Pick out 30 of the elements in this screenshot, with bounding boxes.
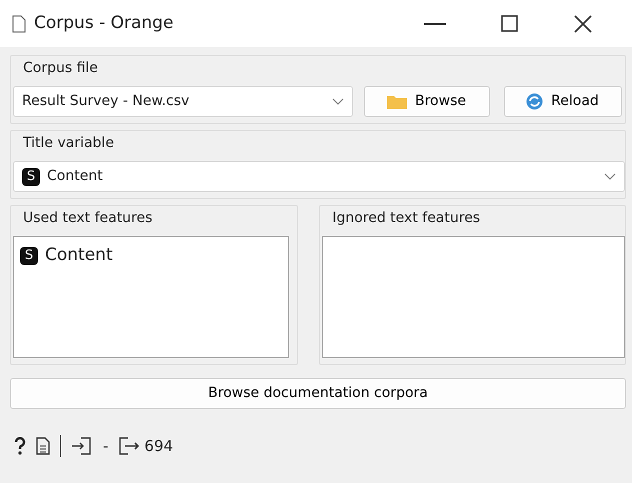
document-icon[interactable] (36, 437, 50, 456)
minimize-icon[interactable] (424, 22, 446, 24)
type-badge: S (22, 168, 40, 186)
group-label: Title variable (23, 134, 114, 153)
file-dropdown[interactable]: Result Survey - New.csv (13, 86, 353, 117)
reload-button[interactable]: Reload (504, 86, 622, 117)
chevron-down-icon (332, 98, 344, 105)
folder-icon (387, 94, 407, 109)
input-count: - (103, 436, 108, 457)
window-title: Corpus - Orange (34, 12, 174, 35)
browse-button[interactable]: Browse (364, 86, 490, 117)
app-icon (12, 14, 26, 32)
help-icon[interactable] (14, 437, 26, 456)
reload-icon (526, 93, 544, 110)
input-icon[interactable] (71, 436, 93, 456)
chevron-down-icon (604, 173, 616, 180)
browse-documentation-button[interactable]: Browse documentation corpora (10, 378, 626, 409)
close-icon[interactable] (574, 14, 592, 32)
group-label: Ignored text features (332, 209, 480, 228)
maximize-icon[interactable] (500, 15, 518, 32)
output-icon[interactable] (118, 436, 140, 456)
used-features-list[interactable]: S Content (13, 236, 290, 358)
feature-item[interactable]: Content (45, 243, 113, 268)
dropdown-value: Result Survey - New.csv (22, 92, 190, 111)
group-label: Corpus file (23, 59, 98, 78)
type-badge: S (20, 246, 38, 265)
group-label: Used text features (23, 209, 152, 228)
title-variable-dropdown[interactable]: S Content (13, 161, 625, 192)
output-count: 694 (144, 436, 174, 457)
dropdown-value: Content (47, 167, 104, 186)
